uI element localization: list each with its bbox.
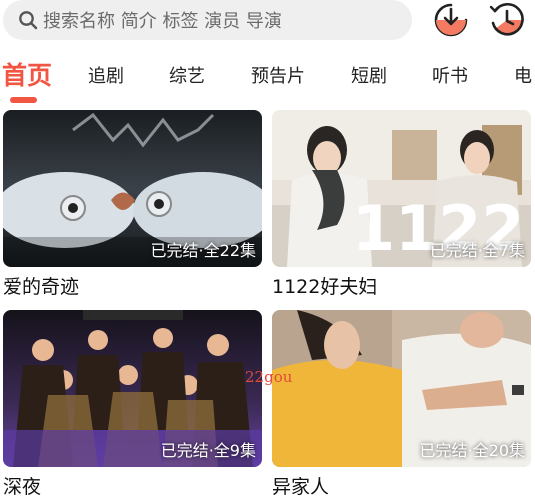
category-tabs: 首页 追剧 综艺 预告片 短剧 听书 电 — [0, 54, 535, 106]
video-card[interactable]: 已完结·全22集 爱的奇迹 — [3, 110, 262, 298]
poster-image: 已完结·全22集 — [3, 110, 262, 267]
download-icon[interactable] — [432, 1, 470, 39]
watermark-text: 22gou — [245, 368, 293, 386]
tab-trailers[interactable]: 预告片 — [251, 62, 305, 88]
tab-movies[interactable]: 电 — [514, 62, 532, 88]
poster-image: 已完结·全20集 — [272, 310, 531, 467]
episode-status: 已完结·全9集 — [160, 441, 256, 460]
video-card[interactable]: 1122 已完结·全7集 1122好夫妇 — [272, 110, 531, 298]
episode-status: 已完结·全20集 — [419, 441, 525, 460]
poster-image: 已完结·全9集 — [3, 310, 262, 467]
card-title: 深夜 — [3, 476, 42, 498]
search-placeholder: 搜索名称 简介 标签 演员 导演 — [43, 11, 282, 32]
tab-variety[interactable]: 综艺 — [169, 62, 205, 88]
tab-home[interactable]: 首页 — [2, 56, 52, 92]
card-title: 爱的奇迹 — [3, 276, 80, 298]
video-card[interactable]: 已完结·全9集 深夜 — [3, 310, 262, 498]
tab-audiobooks[interactable]: 听书 — [432, 62, 468, 88]
card-title: 1122好夫妇 — [272, 276, 378, 298]
search-icon — [17, 9, 39, 31]
search-bar[interactable]: 搜索名称 简介 标签 演员 导演 — [3, 0, 412, 40]
episode-status: 已完结·全22集 — [150, 241, 256, 260]
tab-following[interactable]: 追剧 — [88, 62, 124, 88]
active-tab-indicator — [10, 97, 37, 103]
app-screen: 搜索名称 简介 标签 演员 导演 首页 追剧 综艺 预告片 短剧 听书 电 已完… — [0, 0, 535, 503]
tab-short-drama[interactable]: 短剧 — [351, 62, 387, 88]
card-title: 异家人 — [272, 476, 330, 498]
poster-image: 1122 已完结·全7集 — [272, 110, 531, 267]
history-icon[interactable] — [488, 1, 526, 39]
episode-status: 已完结·全7集 — [429, 241, 525, 260]
video-card[interactable]: 已完结·全20集 异家人 — [272, 310, 531, 498]
